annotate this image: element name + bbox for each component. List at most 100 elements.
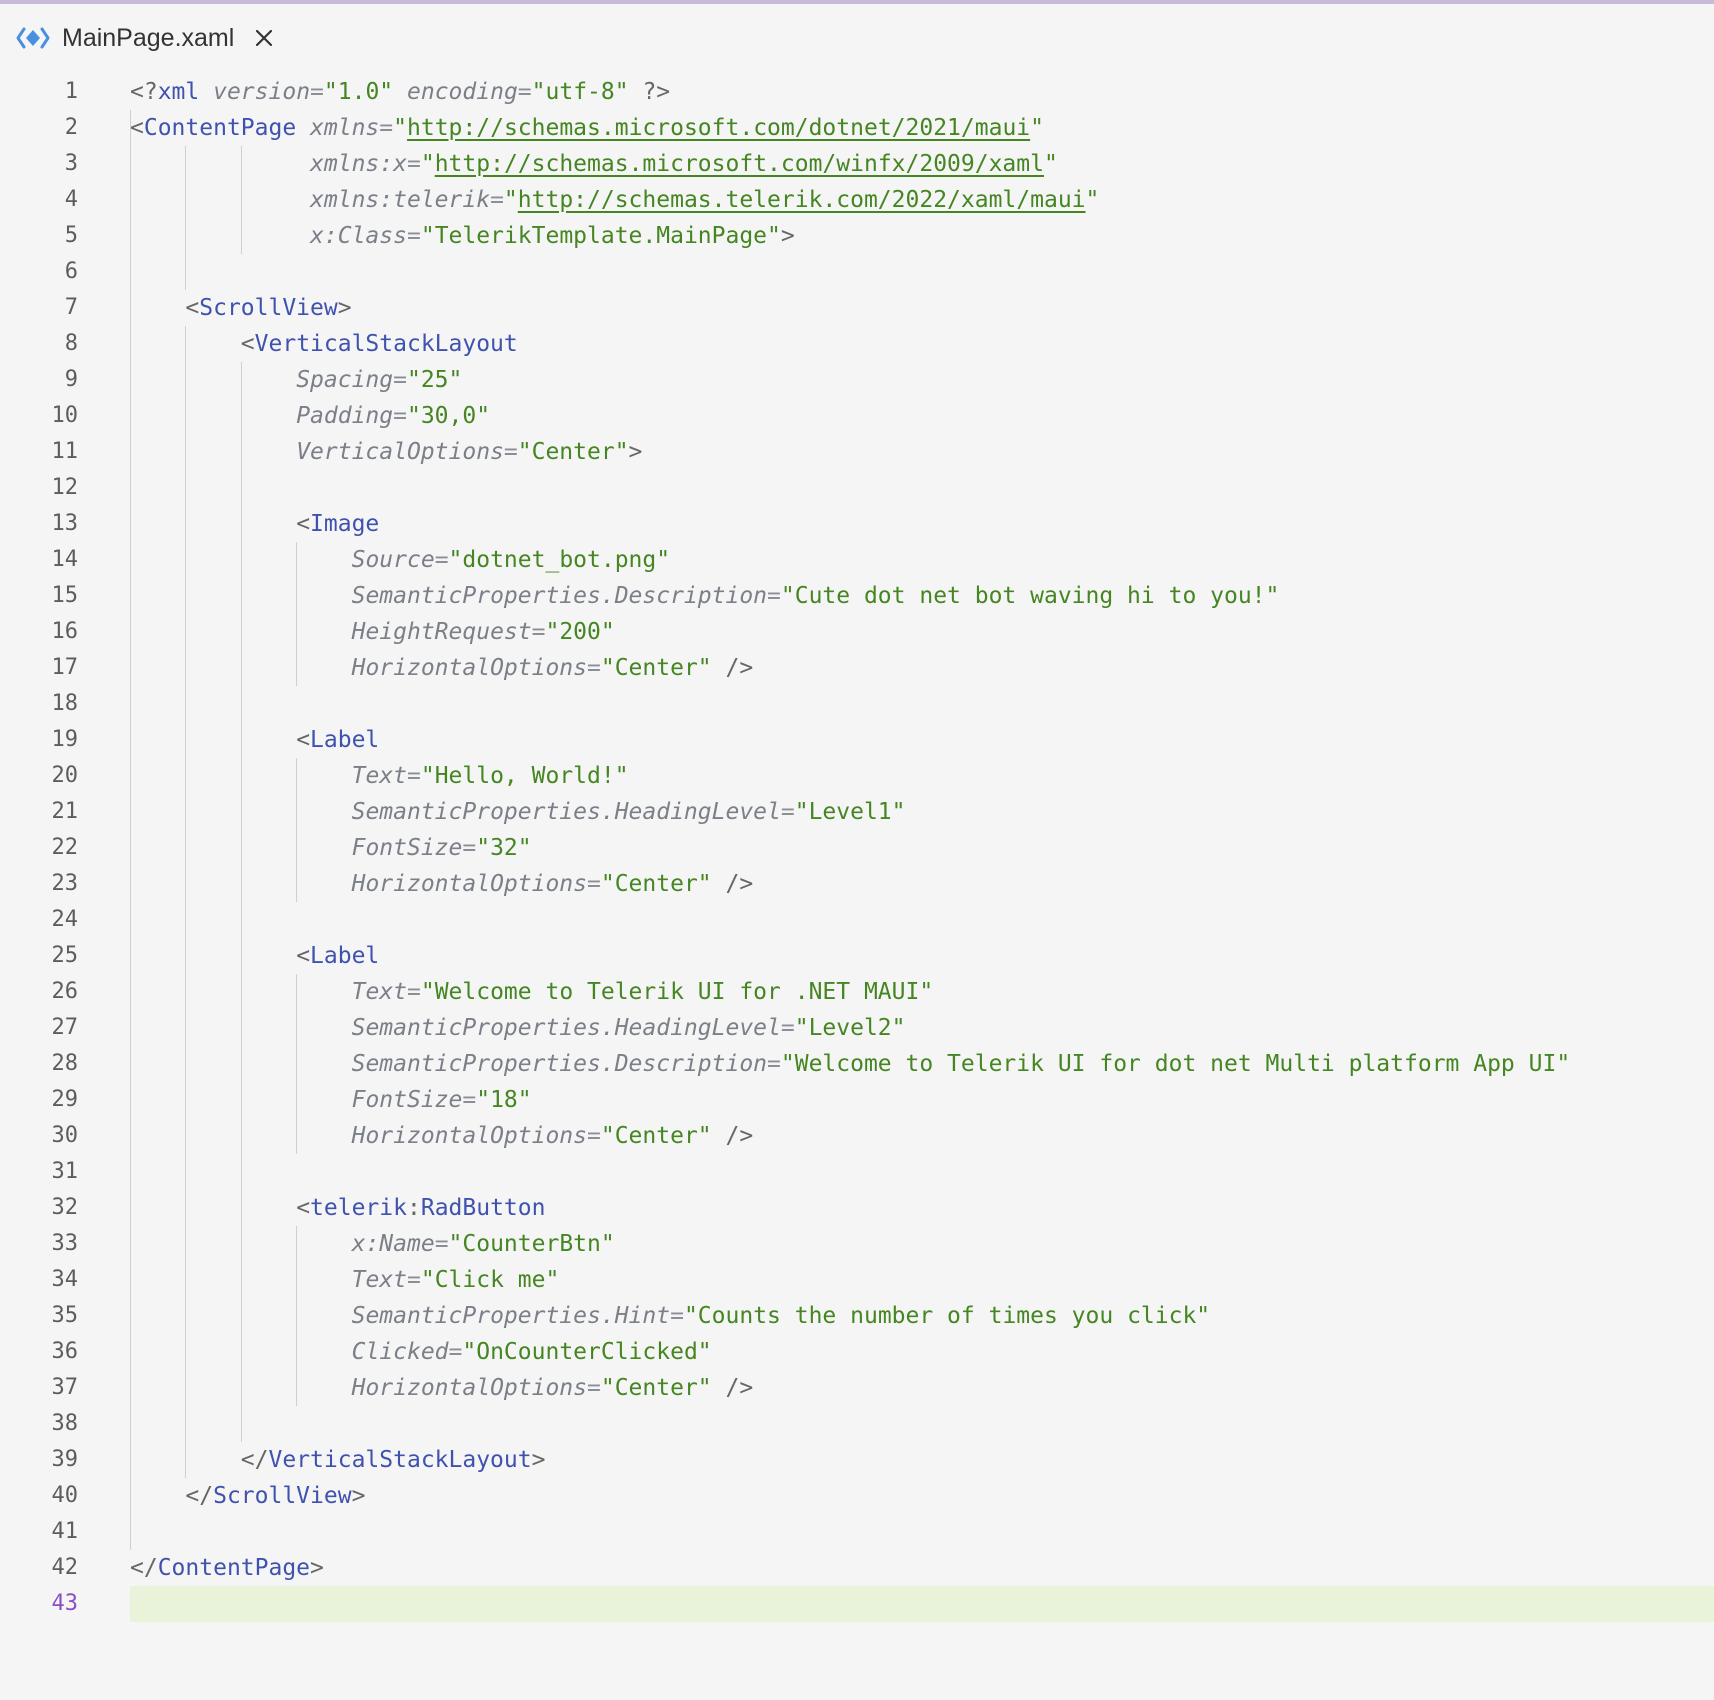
line-number: 38	[51, 1411, 79, 1436]
code-token: VerticalStackLayout	[268, 1447, 532, 1473]
line-code: <?xml version="1.0" encoding="utf-8" ?>	[130, 74, 670, 110]
code-token: HorizontalOptions	[351, 1123, 587, 1149]
code-line[interactable]: 43	[0, 1586, 1714, 1622]
line-number: 14	[51, 547, 79, 572]
code-token: "OnCounterClicked"	[462, 1339, 712, 1365]
line-number: 19	[51, 727, 79, 752]
code-token: FontSize	[351, 1087, 463, 1113]
code-token: =	[406, 1267, 421, 1293]
line-number: 23	[51, 871, 79, 896]
code-token: SemanticProperties.Hint	[351, 1303, 671, 1329]
code-line[interactable]: 17 HorizontalOptions="Center" />	[0, 650, 1714, 686]
code-line[interactable]: 38	[0, 1406, 1714, 1442]
code-line[interactable]: 36 Clicked="OnCounterClicked"	[0, 1334, 1714, 1370]
line-number: 9	[64, 367, 78, 392]
code-line[interactable]: 5 x:Class="TelerikTemplate.MainPage">	[0, 218, 1714, 254]
code-token: </	[185, 1483, 214, 1509]
code-line[interactable]: 26 Text="Welcome to Telerik UI for .NET M…	[0, 974, 1714, 1010]
code-line[interactable]: 20 Text="Hello, World!"	[0, 758, 1714, 794]
code-line[interactable]: 23 HorizontalOptions="Center" />	[0, 866, 1714, 902]
code-line[interactable]: 21 SemanticProperties.HeadingLevel="Level…	[0, 794, 1714, 830]
current-line-highlight	[130, 1586, 1714, 1622]
code-line[interactable]: 27 SemanticProperties.HeadingLevel="Level…	[0, 1010, 1714, 1046]
line-code: <ScrollView>	[185, 290, 351, 326]
code-token: =	[406, 151, 421, 177]
code-line[interactable]: 18	[0, 686, 1714, 722]
code-line[interactable]: 11 VerticalOptions="Center">	[0, 434, 1714, 470]
code-token: "	[503, 187, 518, 213]
code-token: Padding	[296, 403, 394, 429]
code-token: =	[587, 1375, 601, 1401]
code-token: Text	[351, 979, 407, 1005]
code-line[interactable]: 19 <Label	[0, 722, 1714, 758]
code-line[interactable]: 29 FontSize="18"	[0, 1082, 1714, 1118]
code-line[interactable]: 2 <ContentPage xmlns="http://schemas.micr…	[0, 110, 1714, 146]
code-line[interactable]: 33 x:Name="CounterBtn"	[0, 1226, 1714, 1262]
code-line[interactable]: 12	[0, 470, 1714, 506]
code-line[interactable]: 3 xmlns:x="http://schemas.microsoft.com/w…	[0, 146, 1714, 182]
code-line[interactable]: 15 SemanticProperties.Description="Cute d…	[0, 578, 1714, 614]
line-code: </ContentPage>	[130, 1550, 324, 1586]
code-line[interactable]: 30 HorizontalOptions="Center" />	[0, 1118, 1714, 1154]
code-line[interactable]: 7 <ScrollView>	[0, 290, 1714, 326]
code-line[interactable]: 22 FontSize="32"	[0, 830, 1714, 866]
code-line[interactable]: 4 xmlns:telerik="http://schemas.telerik.c…	[0, 182, 1714, 218]
line-number: 20	[51, 763, 79, 788]
tab-bar: MainPage.xaml	[0, 4, 1714, 72]
line-code: Source="dotnet_bot.png"	[352, 542, 671, 578]
indent-guide	[296, 542, 298, 686]
code-line[interactable]: 41	[0, 1514, 1714, 1550]
line-number: 33	[51, 1231, 79, 1256]
line-code: SemanticProperties.Description="Cute dot…	[352, 578, 1280, 614]
tab-title: MainPage.xaml	[62, 23, 235, 52]
code-line[interactable]: 25 <Label	[0, 938, 1714, 974]
code-editor[interactable]: 1 <?xml version="1.0" encoding="utf-8" ?>…	[0, 74, 1714, 1634]
code-line[interactable]: 13 <Image	[0, 506, 1714, 542]
code-line[interactable]: 8 <VerticalStackLayout	[0, 326, 1714, 362]
line-number: 6	[64, 259, 78, 284]
code-token: Label	[310, 727, 380, 753]
code-token: "Click me"	[420, 1267, 560, 1293]
code-line[interactable]: 35 SemanticProperties.Hint="Counts the nu…	[0, 1298, 1714, 1334]
line-code: Text="Welcome to Telerik UI for .NET MAU…	[352, 974, 934, 1010]
code-token: <	[296, 727, 311, 753]
code-line[interactable]: 28 SemanticProperties.Description="Welcom…	[0, 1046, 1714, 1082]
code-token: xmlns:telerik	[310, 187, 491, 213]
code-line[interactable]: 37 HorizontalOptions="Center" />	[0, 1370, 1714, 1406]
code-line[interactable]: 6	[0, 254, 1714, 290]
code-token: =	[767, 583, 781, 609]
code-line[interactable]: 40 </ScrollView>	[0, 1478, 1714, 1514]
code-line[interactable]: 1 <?xml version="1.0" encoding="utf-8" ?>	[0, 74, 1714, 110]
code-token: =	[587, 655, 601, 681]
code-line[interactable]: 42 </ContentPage>	[0, 1550, 1714, 1586]
code-line[interactable]: 9 Spacing="25"	[0, 362, 1714, 398]
code-line[interactable]: 16 HeightRequest="200"	[0, 614, 1714, 650]
code-line[interactable]: 34 Text="Click me"	[0, 1262, 1714, 1298]
code-line[interactable]: 31	[0, 1154, 1714, 1190]
code-token: Source	[351, 547, 435, 573]
close-icon[interactable]	[252, 26, 276, 50]
code-token: ContentPage	[157, 1555, 311, 1581]
code-line[interactable]: 32 <telerik:RadButton	[0, 1190, 1714, 1226]
code-line[interactable]: 24	[0, 902, 1714, 938]
code-token: ContentPage	[143, 115, 297, 141]
line-code: SemanticProperties.Hint="Counts the numb…	[352, 1298, 1211, 1334]
code-line[interactable]: 14 Source="dotnet_bot.png"	[0, 542, 1714, 578]
code-token: =	[587, 871, 601, 897]
line-number: 2	[64, 115, 78, 140]
code-token: <	[296, 511, 311, 537]
line-code: HorizontalOptions="Center" />	[352, 866, 754, 902]
code-token: Text	[351, 763, 407, 789]
code-token: x:Class	[310, 223, 407, 249]
code-token: xmlns:x	[310, 151, 407, 177]
line-code: <VerticalStackLayout	[241, 326, 518, 362]
tab-mainpage-xaml[interactable]: MainPage.xaml	[0, 4, 276, 72]
code-token: =	[462, 835, 477, 861]
code-token: FontSize	[351, 835, 463, 861]
code-line[interactable]: 10 Padding="30,0"	[0, 398, 1714, 434]
line-code: HorizontalOptions="Center" />	[352, 1118, 754, 1154]
code-line[interactable]: 39 </VerticalStackLayout>	[0, 1442, 1714, 1478]
code-token: Text	[351, 1267, 407, 1293]
